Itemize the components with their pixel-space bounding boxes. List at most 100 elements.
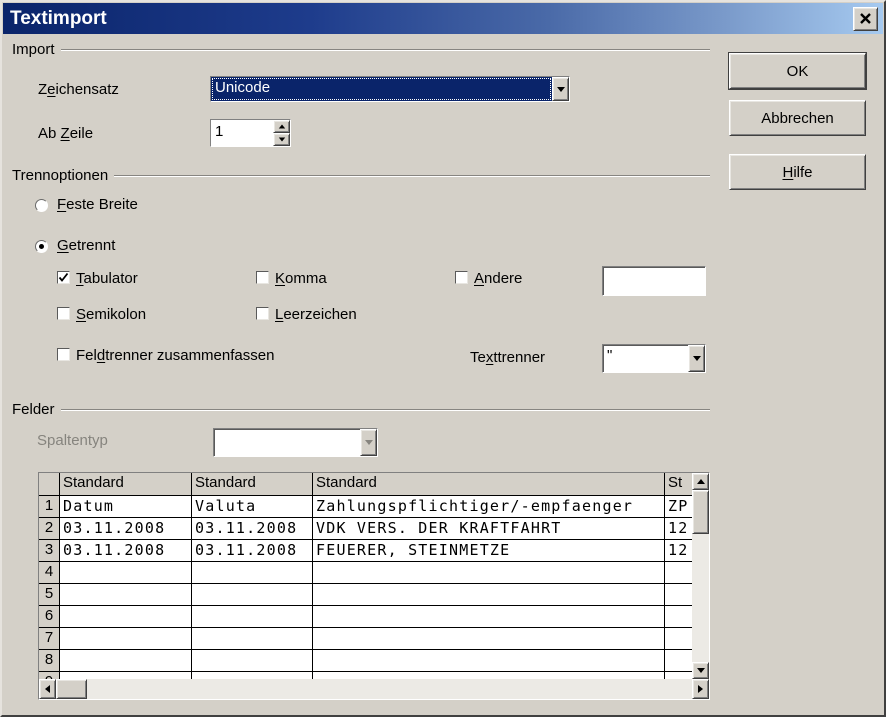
radio-separated[interactable] — [35, 240, 48, 253]
vertical-scrollbar[interactable] — [692, 473, 709, 679]
row-number-cell: 9 — [39, 672, 60, 679]
column-header[interactable]: St — [665, 473, 692, 495]
table-cell[interactable] — [313, 606, 665, 627]
checkbox-merge-delimiters[interactable] — [57, 348, 70, 361]
from-row-value[interactable]: 1 — [211, 120, 273, 146]
checkbox-comma[interactable] — [256, 271, 269, 284]
table-cell[interactable] — [60, 606, 192, 627]
table-cell[interactable] — [192, 628, 313, 649]
column-type-label: Spaltentyp — [37, 432, 108, 449]
title-bar: Textimport — [3, 3, 883, 34]
ok-button-label: OK — [787, 63, 809, 80]
column-header[interactable]: Standard — [313, 473, 665, 495]
column-header[interactable]: Standard — [60, 473, 192, 495]
table-cell[interactable] — [313, 628, 665, 649]
table-cell[interactable] — [665, 606, 692, 627]
vertical-scrollbar-thumb[interactable] — [692, 490, 709, 534]
table-row: 5 — [39, 584, 692, 606]
close-button[interactable] — [853, 7, 878, 31]
table-cell[interactable] — [192, 562, 313, 583]
tab-label[interactable]: Tabulator — [76, 270, 138, 287]
scroll-up-button[interactable] — [692, 473, 709, 490]
comma-label[interactable]: Komma — [275, 270, 327, 287]
table-cell[interactable] — [665, 672, 692, 679]
horizontal-scrollbar[interactable] — [39, 679, 709, 699]
table-cell[interactable] — [60, 628, 192, 649]
table-cell[interactable] — [665, 562, 692, 583]
table-cell[interactable] — [192, 606, 313, 627]
table-cell[interactable] — [313, 672, 665, 679]
scroll-left-icon — [45, 685, 50, 693]
preview-table: Standard Standard Standard St 1DatumValu… — [38, 472, 710, 700]
ok-button[interactable]: OK — [729, 53, 866, 89]
scroll-left-button[interactable] — [39, 679, 56, 699]
fields-group-header: Felder — [12, 401, 710, 418]
table-cell[interactable] — [192, 672, 313, 679]
separated-label[interactable]: Getrennt — [57, 237, 115, 254]
chevron-down-icon — [693, 356, 701, 361]
table-cell[interactable] — [192, 650, 313, 671]
table-cell[interactable]: Zahlungspflichtiger/-empfaenger — [313, 496, 665, 517]
table-cell[interactable]: 03.11.2008 — [192, 540, 313, 561]
table-cell[interactable] — [665, 650, 692, 671]
table-row: 4 — [39, 562, 692, 584]
text-delimiter-combobox[interactable]: " — [602, 344, 706, 373]
table-cell[interactable] — [313, 584, 665, 605]
scroll-right-button[interactable] — [692, 679, 709, 699]
checkbox-space[interactable] — [256, 307, 269, 320]
charset-combobox[interactable]: Unicode — [210, 76, 570, 102]
radio-fixed-width[interactable] — [35, 199, 48, 212]
table-cell[interactable] — [665, 628, 692, 649]
group-rule — [114, 175, 710, 177]
table-cell[interactable]: 12 — [665, 540, 692, 561]
row-number-cell: 4 — [39, 562, 60, 583]
table-cell[interactable] — [60, 584, 192, 605]
table-cell[interactable]: VDK VERS. DER KRAFTFAHRT — [313, 518, 665, 539]
spin-up-button[interactable] — [273, 120, 290, 133]
cancel-button[interactable]: Abbrechen — [729, 100, 866, 136]
chevron-down-icon — [557, 87, 565, 92]
horizontal-scrollbar-thumb[interactable] — [56, 679, 87, 699]
table-cell[interactable]: FEUERER, STEINMETZE — [313, 540, 665, 561]
dialog-title: Textimport — [10, 3, 107, 34]
scroll-down-icon — [697, 668, 705, 673]
table-cell[interactable]: 03.11.2008 — [60, 518, 192, 539]
space-label[interactable]: Leerzeichen — [275, 306, 357, 323]
scroll-down-button[interactable] — [692, 662, 709, 679]
table-cell[interactable] — [313, 562, 665, 583]
table-cell[interactable]: 03.11.2008 — [60, 540, 192, 561]
merge-delimiters-label[interactable]: Feldtrenner zusammenfassen — [76, 347, 274, 364]
table-cell[interactable]: Datum — [60, 496, 192, 517]
table-row: 203.11.200803.11.2008VDK VERS. DER KRAFT… — [39, 518, 692, 540]
table-row: 1DatumValutaZahlungspflichtiger/-empfaen… — [39, 496, 692, 518]
table-cell[interactable] — [60, 650, 192, 671]
table-cell[interactable] — [60, 562, 192, 583]
table-cell[interactable]: ZP — [665, 496, 692, 517]
import-group-label: Import — [12, 41, 61, 58]
row-number-cell: 3 — [39, 540, 60, 561]
column-header[interactable]: Standard — [192, 473, 313, 495]
checkbox-semicolon[interactable] — [57, 307, 70, 320]
other-label[interactable]: Andere — [474, 270, 522, 287]
other-separator-input[interactable] — [602, 266, 706, 296]
semicolon-label[interactable]: Semikolon — [76, 306, 146, 323]
checkbox-other[interactable] — [455, 271, 468, 284]
fields-group-label: Felder — [12, 401, 61, 418]
fixed-width-label[interactable]: Feste Breite — [57, 196, 138, 213]
table-cell[interactable]: 03.11.2008 — [192, 518, 313, 539]
from-row-label: Ab Zeile — [38, 125, 93, 142]
table-cell[interactable] — [60, 672, 192, 679]
table-cell[interactable]: Valuta — [192, 496, 313, 517]
charset-dropdown-button[interactable] — [552, 77, 569, 101]
checkmark-icon — [58, 272, 69, 283]
table-cell[interactable] — [313, 650, 665, 671]
checkbox-tab[interactable] — [57, 271, 70, 284]
table-cell[interactable] — [665, 584, 692, 605]
text-delimiter-dropdown-button[interactable] — [688, 345, 705, 372]
spin-down-button[interactable] — [273, 133, 290, 146]
table-cell[interactable]: 12 — [665, 518, 692, 539]
row-number-cell: 6 — [39, 606, 60, 627]
from-row-spinner[interactable]: 1 — [210, 119, 291, 147]
table-cell[interactable] — [192, 584, 313, 605]
help-button[interactable]: Hilfe — [729, 154, 866, 190]
